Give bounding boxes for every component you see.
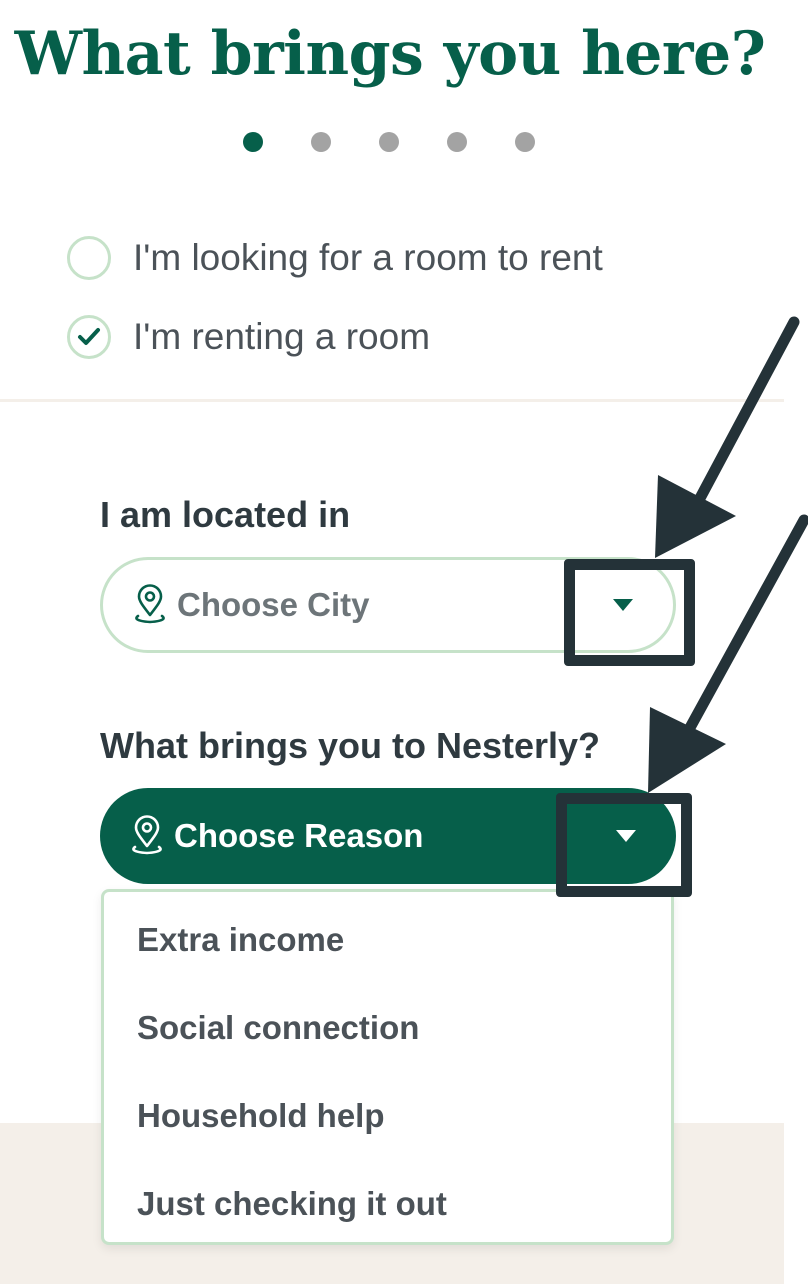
- step-dot-4: [447, 132, 467, 152]
- dropdown-option-extra-income[interactable]: Extra income: [104, 896, 671, 984]
- option-looking-for-room[interactable]: I'm looking for a room to rent: [67, 236, 603, 280]
- option-renting-room[interactable]: I'm renting a room: [67, 315, 430, 359]
- city-select[interactable]: Choose City: [100, 557, 676, 653]
- radio-unchecked[interactable]: [67, 236, 111, 280]
- page-title: What brings you here?: [14, 19, 766, 89]
- map-pin-icon: [135, 584, 165, 624]
- step-dot-5: [515, 132, 535, 152]
- step-dot-2: [311, 132, 331, 152]
- caret-down-icon[interactable]: [616, 830, 636, 842]
- arrow-to-city-caret: [655, 316, 800, 558]
- caret-down-icon[interactable]: [613, 599, 633, 611]
- dropdown-option-social-connection[interactable]: Social connection: [104, 984, 671, 1072]
- reason-label: What brings you to Nesterly?: [100, 725, 601, 766]
- location-label: I am located in: [100, 494, 351, 535]
- option-label: I'm looking for a room to rent: [133, 237, 603, 278]
- dropdown-option-household-help[interactable]: Household help: [104, 1072, 671, 1160]
- dropdown-option-just-checking[interactable]: Just checking it out: [104, 1160, 671, 1248]
- arrow-to-reason-caret: [648, 514, 808, 793]
- step-dot-3: [379, 132, 399, 152]
- map-pin-icon: [132, 815, 162, 855]
- reason-select[interactable]: Choose Reason: [100, 788, 676, 884]
- radio-checked[interactable]: [67, 315, 111, 359]
- step-indicator: [243, 132, 535, 152]
- checkmark-icon: [78, 328, 100, 345]
- reason-placeholder: Choose Reason: [174, 817, 424, 854]
- city-placeholder: Choose City: [177, 586, 370, 623]
- option-label: I'm renting a room: [133, 316, 431, 357]
- section-divider: [0, 399, 784, 402]
- reason-dropdown-menu: Extra income Social connection Household…: [101, 889, 674, 1245]
- step-dot-1: [243, 132, 263, 152]
